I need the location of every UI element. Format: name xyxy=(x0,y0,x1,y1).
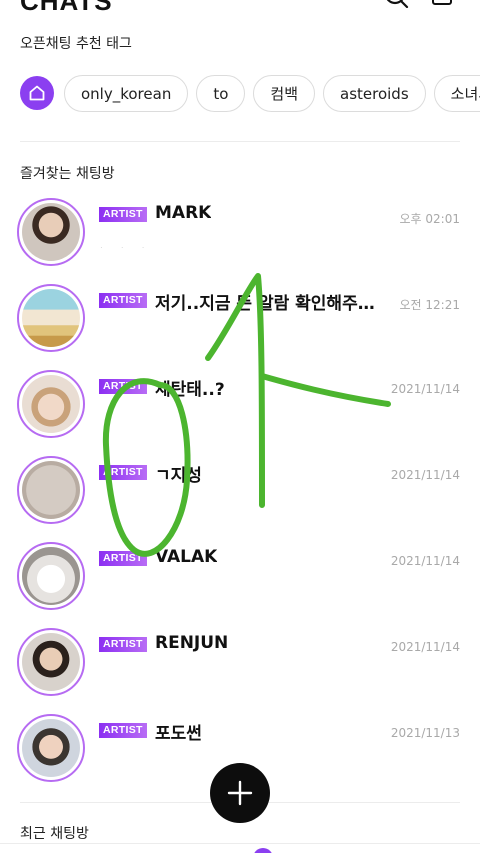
chat-room-name: VALAK xyxy=(155,547,218,567)
tag-chip[interactable]: asteroids xyxy=(323,75,426,112)
recommended-tags-title: 오픈채팅 추천 태그 xyxy=(20,36,132,52)
chat-room-row[interactable]: ARTIST RENJUN 2021/11/14 xyxy=(0,628,480,714)
home-icon xyxy=(29,85,45,101)
chat-room-time: 오후 02:01 xyxy=(399,212,460,226)
chat-room-time: 2021/11/14 xyxy=(390,640,460,654)
compose-icon[interactable] xyxy=(430,0,456,8)
chat-room-time: 오전 12:21 xyxy=(399,298,460,312)
active-tab-indicator[interactable] xyxy=(253,848,273,853)
chat-room-name: 포도썬 xyxy=(155,724,202,744)
chat-room-row[interactable]: ARTIST 저기..지금 뜬 알람 확인해주… 오전 12:21 xyxy=(0,284,480,370)
chat-room-name: ㄱ지성 xyxy=(155,466,202,486)
top-bar: CHATS xyxy=(0,0,480,16)
avatar xyxy=(17,456,85,524)
plus-icon xyxy=(227,780,253,806)
artist-badge: ARTIST xyxy=(99,637,147,652)
artist-badge: ARTIST xyxy=(99,723,147,738)
tag-chip[interactable]: only_korean xyxy=(64,75,189,112)
search-icon[interactable] xyxy=(384,0,410,8)
tag-chip[interactable]: to xyxy=(196,75,246,112)
avatar xyxy=(17,370,85,438)
chat-room-row[interactable]: ARTIST 세탄태..? 2021/11/14 xyxy=(0,370,480,456)
tag-chip[interactable]: 소녀시대 xyxy=(433,75,480,112)
avatar xyxy=(17,198,85,266)
recommended-tag-list: only_korean to 컴백 asteroids 소녀시대 xyxy=(20,75,480,112)
tag-chip[interactable]: 컴백 xyxy=(253,75,315,112)
avatar xyxy=(17,714,85,782)
avatar xyxy=(17,284,85,352)
artist-badge: ARTIST xyxy=(99,465,147,480)
chat-room-name: 세탄태..? xyxy=(155,380,225,400)
avatar xyxy=(17,542,85,610)
chat-room-time: 2021/11/13 xyxy=(390,726,460,740)
chat-room-row[interactable]: ARTIST MARK 오후 02:01 · · · xyxy=(0,198,480,284)
message-preview: · · · xyxy=(100,243,153,252)
chat-room-time: 2021/11/14 xyxy=(390,554,460,568)
home-tag-button[interactable] xyxy=(20,76,54,110)
recent-chats-title: 최근 채팅방 xyxy=(20,826,89,842)
chat-room-row[interactable]: ARTIST ㄱ지성 2021/11/14 xyxy=(0,456,480,542)
artist-badge: ARTIST xyxy=(99,207,147,222)
chat-room-name: MARK xyxy=(155,203,212,223)
new-chat-button[interactable] xyxy=(210,763,270,823)
artist-badge: ARTIST xyxy=(99,379,147,394)
chat-room-time: 2021/11/14 xyxy=(390,382,460,396)
bottom-tab-bar xyxy=(0,843,480,853)
chat-room-row[interactable]: ARTIST VALAK 2021/11/14 xyxy=(0,542,480,628)
chat-room-time: 2021/11/14 xyxy=(390,468,460,482)
avatar xyxy=(17,628,85,696)
artist-badge: ARTIST xyxy=(99,293,147,308)
section-divider xyxy=(20,141,460,142)
app-title: CHATS xyxy=(20,0,113,16)
favorites-title: 즐겨찾는 채팅방 xyxy=(20,166,115,182)
artist-badge: ARTIST xyxy=(99,551,147,566)
chat-room-name: 저기..지금 뜬 알람 확인해주… xyxy=(155,294,375,314)
chat-room-name: RENJUN xyxy=(155,633,229,653)
